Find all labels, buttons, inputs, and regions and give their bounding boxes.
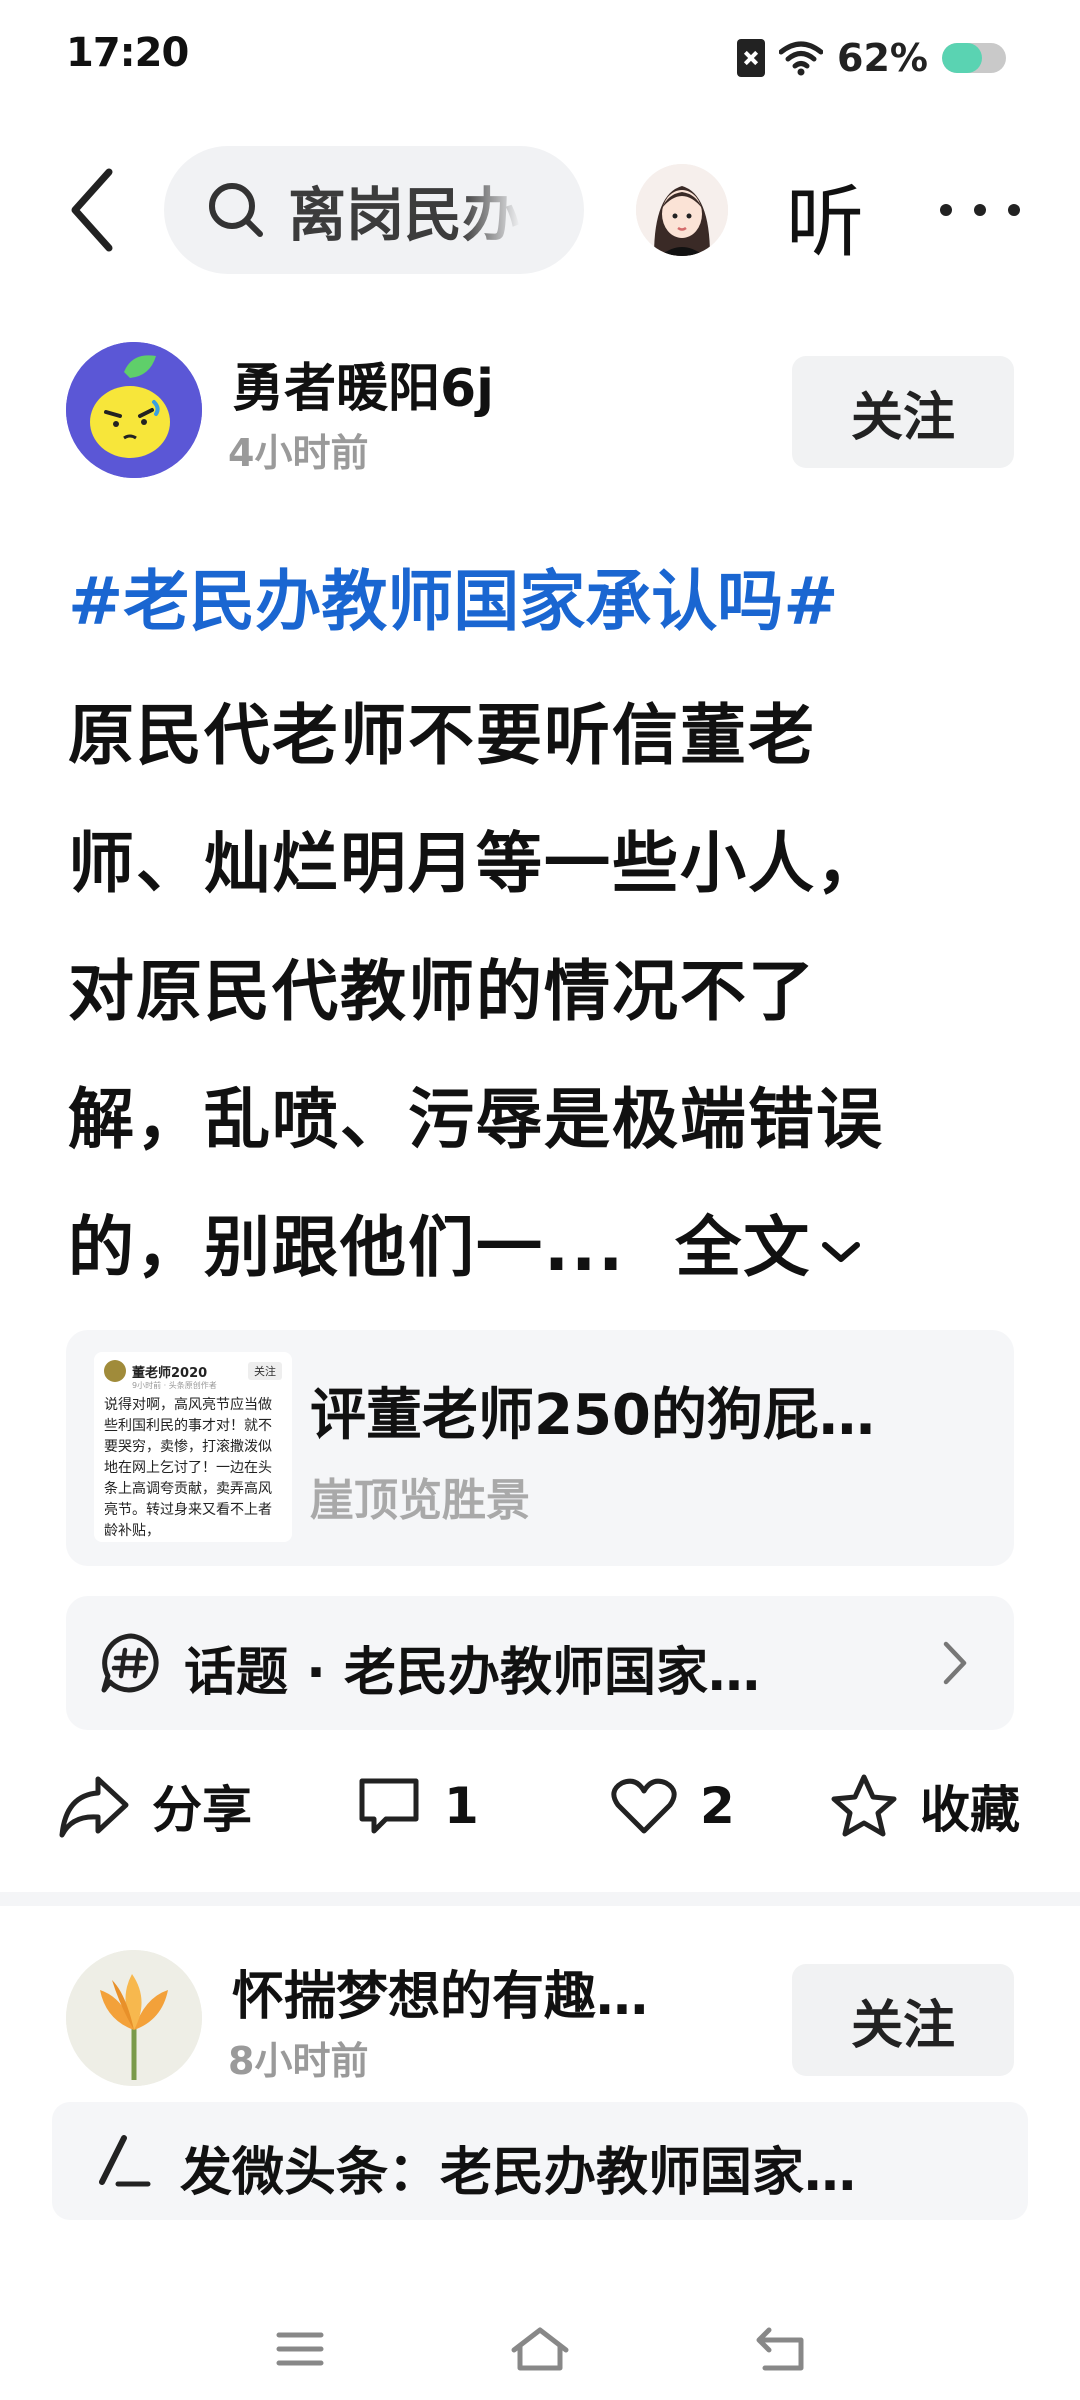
- reader-avatar[interactable]: [636, 164, 728, 256]
- post-body-line: 的，别跟他们一...: [68, 1209, 626, 1286]
- quoted-article-thumbnail: 董老师2020 关注 9小时前 · 头条原创作者 说得对啊，高风亮节应当做些利国…: [94, 1352, 292, 1542]
- status-bar: 17:20 62%: [0, 0, 1080, 110]
- quoted-article-title: 评董老师250的狗屁…: [310, 1383, 875, 1448]
- feed-divider: [0, 1892, 1080, 1906]
- post-body-last-line: 的，别跟他们一... 全文: [68, 1184, 1028, 1312]
- share-icon: [59, 1776, 129, 1838]
- post-body-line: 原民代老师不要听信董老: [68, 697, 816, 774]
- post-body-line: 对原民代教师的情况不了: [68, 953, 816, 1030]
- top-nav: 离岗民办 听: [0, 140, 1080, 280]
- search-box[interactable]: 离岗民办: [164, 146, 584, 274]
- post2-time: 8小时前: [228, 2039, 369, 2083]
- follow-button-2[interactable]: 关注: [792, 1964, 1014, 2076]
- full-text-link[interactable]: 全文: [675, 1209, 863, 1286]
- post-time: 4小时前: [228, 431, 369, 475]
- battery-level: [942, 43, 982, 73]
- share-label: 分享: [152, 1781, 252, 1839]
- ellipsis-icon-dot: [974, 204, 986, 216]
- comment-icon: [359, 1778, 419, 1834]
- author2-name[interactable]: 怀揣梦想的有趣…: [232, 1954, 648, 2029]
- topic-hashtag-link[interactable]: #老民办教师国家承认吗#: [68, 548, 839, 644]
- home-icon: [511, 2327, 569, 2371]
- battery-percent: 62%: [837, 36, 928, 80]
- menu-icon: [276, 2332, 324, 2366]
- thumbnail-header: 董老师2020 关注: [104, 1360, 282, 1382]
- favorite-button[interactable]: 收藏: [830, 1766, 1020, 1846]
- search-icon: [209, 183, 263, 237]
- system-back-button[interactable]: [742, 2314, 822, 2384]
- listen-button[interactable]: 听: [786, 160, 864, 272]
- status-time: 17:20: [66, 30, 189, 76]
- search-query: 离岗民办: [288, 181, 521, 249]
- wifi-icon: [779, 41, 824, 76]
- battery-icon: [942, 43, 1006, 73]
- favorite-label: 收藏: [920, 1781, 1020, 1839]
- post-body-line: 师、灿烂明月等一些小人，: [68, 825, 884, 902]
- thumbnail-text: 说得对啊，高风亮节应当做些利国利民的事才对！就不要哭穷，卖惨，打滚撒泼似地在网上…: [104, 1397, 272, 1539]
- no-sim-icon: [737, 39, 766, 77]
- quoted-article-source: 崖顶览胜景: [310, 1475, 530, 1526]
- full-text-label: 全文: [675, 1209, 812, 1286]
- thumbnail-avatar: [104, 1360, 126, 1382]
- weitoutiao-compose-bar[interactable]: 发微头条：老民办教师国家…: [52, 2102, 1028, 2220]
- share-button[interactable]: 分享: [58, 1766, 252, 1846]
- flower-avatar-icon: [66, 1950, 202, 2086]
- topic-row[interactable]: 话题 · 老民办教师国家…: [66, 1596, 1014, 1730]
- follow-button[interactable]: 关注: [792, 356, 1014, 468]
- comment-count: 1: [444, 1777, 479, 1835]
- home-button[interactable]: [500, 2314, 580, 2384]
- system-nav-bar: [0, 2300, 1080, 2400]
- author2-avatar[interactable]: [66, 1950, 202, 2086]
- lemon-mascot-icon: [66, 342, 202, 478]
- thumbnail-author: 董老师2020: [132, 1365, 208, 1381]
- topic-label: 话题 · 老民办教师国家…: [184, 1643, 760, 1703]
- author-name[interactable]: 勇者暖阳6j: [232, 346, 494, 421]
- quoted-article-card[interactable]: 董老师2020 关注 9小时前 · 头条原创作者 说得对啊，高风亮节应当做些利国…: [66, 1330, 1014, 1566]
- star-icon: [831, 1774, 897, 1837]
- ellipsis-icon-dot: [940, 204, 952, 216]
- post-body[interactable]: 原民代老师不要听信董老 师、灿烂明月等一些小人， 对原民代教师的情况不了 解，乱…: [68, 672, 1028, 1312]
- post-body-line: 解，乱喷、污辱是极端错误: [68, 1081, 884, 1158]
- girl-avatar-icon: [636, 164, 728, 256]
- chevron-down-icon: [822, 1241, 861, 1262]
- weitoutiao-label: 发微头条：老民办教师国家…: [180, 2143, 857, 2203]
- chevron-right-icon: [943, 1641, 967, 1685]
- ellipsis-icon-dot: [1008, 204, 1020, 216]
- author-avatar[interactable]: [66, 342, 202, 478]
- thumbnail-subtitle: 9小时前 · 头条原创作者: [132, 1381, 217, 1390]
- recent-apps-button[interactable]: [260, 2314, 340, 2384]
- thumbnail-follow: 关注: [248, 1362, 282, 1380]
- heart-icon: [611, 1778, 677, 1834]
- hashtag-chat-icon: [101, 1633, 159, 1693]
- back-button[interactable]: [52, 162, 132, 258]
- pen-icon: [99, 2135, 151, 2187]
- chevron-left-icon: [71, 168, 113, 252]
- like-button[interactable]: 2: [610, 1766, 735, 1846]
- comment-button[interactable]: 1: [356, 1766, 479, 1846]
- back-icon: [756, 2327, 804, 2371]
- status-indicators: 62%: [737, 34, 1006, 82]
- like-count: 2: [700, 1777, 735, 1835]
- more-button[interactable]: [940, 200, 1020, 220]
